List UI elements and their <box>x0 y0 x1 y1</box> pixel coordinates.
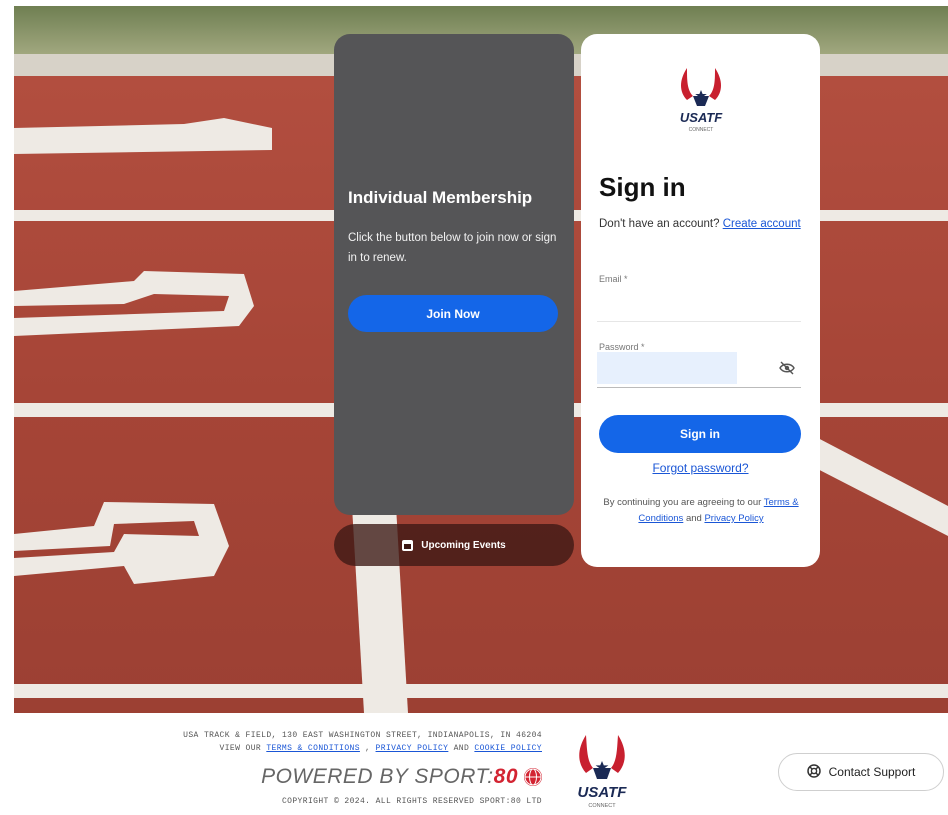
logo-text: USATF <box>680 110 723 125</box>
membership-title: Individual Membership <box>348 188 533 207</box>
footer-logo-text: USATF <box>578 784 628 801</box>
footer: USA TRACK & FIELD, 130 EAST WASHINGTON S… <box>0 713 948 815</box>
globe-icon <box>524 768 542 786</box>
footer-terms-link[interactable]: TERMS & CONDITIONS <box>266 744 360 753</box>
footer-privacy-link[interactable]: PRIVACY POLICY <box>376 744 449 753</box>
create-account-link[interactable]: Create account <box>723 218 801 230</box>
no-account-label: Don't have an account? <box>599 218 720 230</box>
contact-support-label: Contact Support <box>828 765 916 779</box>
password-field-wrapper <box>597 352 801 388</box>
usatf-logo: USATF CONNECT <box>675 66 727 140</box>
footer-view-our: VIEW OUR <box>219 744 262 753</box>
footer-usatf-logo: USATF CONNECT <box>574 733 630 815</box>
password-label: Password * <box>599 342 645 352</box>
footer-logo-subtext: CONNECT <box>588 803 616 809</box>
signin-button[interactable]: Sign in <box>599 415 801 453</box>
powered-by-number: 80 <box>493 765 518 788</box>
password-field[interactable] <box>597 352 737 384</box>
powered-by-text: POWERED BY SPORT:80 <box>261 765 518 789</box>
signin-title: Sign in <box>599 172 686 202</box>
privacy-link[interactable]: Privacy Policy <box>704 513 763 524</box>
copyright-text: COPYRIGHT © 2024. ALL RIGHTS RESERVED SP… <box>281 797 542 806</box>
membership-panel: Individual Membership Click the button b… <box>334 34 574 515</box>
agree-and: and <box>685 513 702 524</box>
footer-comma: , <box>365 744 371 753</box>
forgot-password-row: Forgot password? <box>581 461 820 475</box>
forgot-password-link[interactable]: Forgot password? <box>652 461 748 475</box>
contact-support-button[interactable]: Contact Support <box>778 753 944 791</box>
email-field[interactable] <box>597 288 801 322</box>
footer-and: AND <box>453 744 470 753</box>
powered-by-sport80: POWERED BY SPORT:80 <box>261 765 542 789</box>
upcoming-events-label: Upcoming Events <box>421 539 506 551</box>
calendar-icon <box>402 539 414 551</box>
no-account-text: Don't have an account? Create account <box>599 216 804 233</box>
footer-policy-links: VIEW OUR TERMS & CONDITIONS , PRIVACY PO… <box>183 742 542 755</box>
support-icon <box>806 763 821 781</box>
powered-by-label: POWERED BY SPORT: <box>261 765 494 788</box>
footer-cookie-link[interactable]: COOKIE POLICY <box>474 744 542 753</box>
signin-card: USATF CONNECT Sign in Don't have an acco… <box>581 34 820 567</box>
footer-legal-text: USA TRACK & FIELD, 130 EAST WASHINGTON S… <box>183 729 542 755</box>
eye-slash-icon[interactable] <box>779 361 795 375</box>
join-now-button[interactable]: Join Now <box>348 295 558 332</box>
upcoming-events-button[interactable]: Upcoming Events <box>334 524 574 566</box>
footer-address: USA TRACK & FIELD, 130 EAST WASHINGTON S… <box>183 731 542 740</box>
agree-prefix: By continuing you are agreeing to our <box>603 497 762 508</box>
membership-description: Click the button below to join now or si… <box>348 232 557 264</box>
logo-subtext: CONNECT <box>689 127 714 133</box>
agreement-text: By continuing you are agreeing to our Te… <box>599 495 803 527</box>
email-label: Email * <box>599 274 628 284</box>
